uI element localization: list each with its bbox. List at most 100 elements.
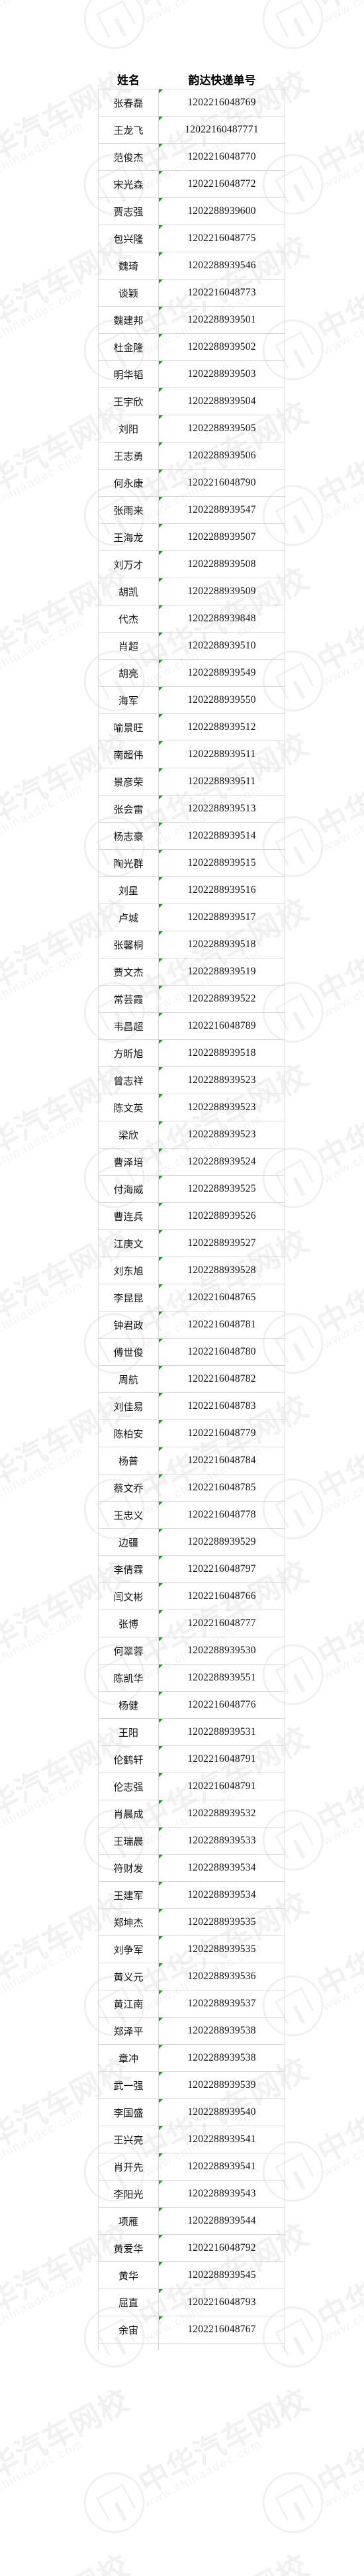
cell-name[interactable]: 王志勇 (99, 442, 159, 469)
cell-tracking-number[interactable]: 1202288939502 (159, 334, 285, 360)
table-row[interactable]: 武一强 1202288939539 (99, 2072, 285, 2099)
cell-name[interactable]: 陈凯华 (99, 1665, 159, 1691)
cell-name[interactable]: 范俊杰 (99, 144, 159, 170)
table-row[interactable]: 刘佳易 1202216048783 (99, 1393, 285, 1420)
table-row[interactable]: 南超伟 1202288939511 (99, 741, 285, 768)
cell-tracking-number[interactable]: 1202288939509 (159, 578, 285, 605)
table-row[interactable]: 余宙 1202216048767 (99, 2316, 285, 2344)
cell-tracking-number[interactable]: 1202288939503 (159, 361, 285, 387)
cell-name[interactable]: 李国盛 (99, 2099, 159, 2126)
table-row[interactable]: 张馨桐 1202288939518 (99, 931, 285, 958)
cell-tracking-number[interactable]: 1202216048779 (159, 1420, 285, 1447)
table-row[interactable]: 陈凯华 1202288939551 (99, 1665, 285, 1692)
table-row[interactable]: 肖超 1202288939510 (99, 633, 285, 660)
cell-name[interactable]: 伦鹤轩 (99, 1746, 159, 1773)
cell-name[interactable]: 刘阳 (99, 415, 159, 442)
cell-name[interactable]: 张春磊 (99, 89, 159, 116)
table-row[interactable]: 陈文英 1202288939523 (99, 1094, 285, 1121)
cell-tracking-number[interactable]: 1202216048775 (159, 225, 285, 252)
cell-tracking-number[interactable]: 1202288939540 (159, 2099, 285, 2126)
cell-tracking-number[interactable]: 1202288939504 (159, 388, 285, 415)
cell-name[interactable]: 贾文杰 (99, 958, 159, 985)
cell-name[interactable]: 陈柏安 (99, 1420, 159, 1447)
cell-name[interactable]: 刘万才 (99, 551, 159, 578)
cell-tracking-number[interactable]: 1202288939511 (159, 741, 285, 768)
cell-tracking-number[interactable]: 1202288939546 (159, 252, 285, 279)
cell-tracking-number[interactable]: 1202288939545 (159, 2262, 285, 2289)
cell-name[interactable]: 常芸霞 (99, 986, 159, 1012)
cell-tracking-number[interactable]: 1202288939537 (159, 1990, 285, 2017)
cell-tracking-number[interactable]: 1202288939518 (159, 931, 285, 958)
cell-tracking-number[interactable]: 1202216048783 (159, 1393, 285, 1419)
cell-tracking-number[interactable]: 1202216048777 (159, 1610, 285, 1637)
cell-name[interactable]: 李倩霖 (99, 1556, 159, 1582)
cell-name[interactable]: 梁欣 (99, 1121, 159, 1148)
cell-tracking-number[interactable]: 1202216048780 (159, 1339, 285, 1365)
cell-tracking-number[interactable]: 1202216048797 (159, 1556, 285, 1582)
cell-tracking-number[interactable]: 1202288939518 (159, 1040, 285, 1066)
table-row[interactable]: 杨普 1202216048784 (99, 1447, 285, 1474)
table-row[interactable]: 明华韬 1202288939503 (99, 361, 285, 388)
cell-name[interactable]: 江庚文 (99, 1230, 159, 1257)
table-row[interactable]: 闫文彬 1202216048766 (99, 1583, 285, 1610)
cell-tracking-number[interactable]: 1202288939526 (159, 1203, 285, 1229)
cell-name[interactable]: 海军 (99, 687, 159, 713)
table-row[interactable]: 边疆 1202288939529 (99, 1529, 285, 1556)
cell-tracking-number[interactable]: 1202288939538 (159, 2018, 285, 2044)
cell-tracking-number[interactable]: 1202216048769 (159, 89, 285, 116)
table-row[interactable]: 李倩霖 1202216048797 (99, 1556, 285, 1583)
table-row[interactable]: 伦鹤轩 1202216048791 (99, 1746, 285, 1773)
table-row[interactable]: 郑坤杰 1202288939535 (99, 1909, 285, 1936)
cell-name[interactable]: 张馨桐 (99, 931, 159, 958)
table-row[interactable]: 肖开先 1202288939541 (99, 2153, 285, 2181)
table-row[interactable]: 胡亮 1202288939549 (99, 660, 285, 687)
cell-name[interactable]: 余宙 (99, 2316, 159, 2343)
cell-tracking-number[interactable]: 1202288939529 (159, 1529, 285, 1555)
table-row[interactable]: 符财发 1202288939534 (99, 1855, 285, 1882)
cell-tracking-number[interactable]: 1202216048766 (159, 1583, 285, 1610)
cell-name[interactable]: 刘星 (99, 877, 159, 903)
cell-tracking-number[interactable]: 1202288939513 (159, 796, 285, 822)
table-row[interactable]: 张会雷 1202288939513 (99, 796, 285, 823)
cell-tracking-number[interactable]: 1202216048791 (159, 1746, 285, 1773)
cell-name[interactable]: 王兴亮 (99, 2126, 159, 2153)
cell-tracking-number[interactable]: 1202288939524 (159, 1149, 285, 1175)
cell-name[interactable]: 黄江南 (99, 1990, 159, 2017)
cell-name[interactable]: 贾志强 (99, 198, 159, 225)
cell-name[interactable]: 陈文英 (99, 1094, 159, 1121)
table-row[interactable]: 刘东旭 1202288939528 (99, 1257, 285, 1284)
cell-tracking-number[interactable]: 1202288939533 (159, 1828, 285, 1854)
cell-tracking-number[interactable]: 1202288939515 (159, 850, 285, 876)
table-row[interactable]: 王瑞晨 1202288939533 (99, 1828, 285, 1855)
cell-name[interactable]: 肖晨成 (99, 1800, 159, 1827)
cell-name[interactable]: 魏琦 (99, 252, 159, 279)
table-row[interactable]: 代杰 1202288939848 (99, 605, 285, 633)
cell-name[interactable]: 蔡文乔 (99, 1474, 159, 1501)
cell-tracking-number[interactable]: 1202288939525 (159, 1176, 285, 1202)
cell-name[interactable]: 刘争军 (99, 1936, 159, 1963)
cell-tracking-number[interactable]: 1202288939508 (159, 551, 285, 578)
table-row[interactable]: 常芸霞 1202288939522 (99, 986, 285, 1013)
cell-tracking-number[interactable]: 1202288939535 (159, 1936, 285, 1963)
table-row[interactable]: 杨志豪 1202288939514 (99, 823, 285, 850)
table-row[interactable]: 郑泽平 1202288939538 (99, 2018, 285, 2045)
cell-name[interactable]: 曹泽培 (99, 1149, 159, 1175)
cell-name[interactable]: 王建军 (99, 1882, 159, 1908)
cell-name[interactable]: 李昆昆 (99, 1284, 159, 1311)
cell-tracking-number[interactable]: 1202216048765 (159, 1284, 285, 1311)
cell-name[interactable]: 武一强 (99, 2072, 159, 2098)
cell-tracking-number[interactable]: 1202288939530 (159, 1637, 285, 1664)
table-row[interactable]: 李阳光 1202288939543 (99, 2181, 285, 2208)
table-row[interactable]: 曾志祥 1202288939523 (99, 1067, 285, 1094)
table-row[interactable]: 肖晨成 1202288939532 (99, 1800, 285, 1828)
table-row[interactable]: 刘星 1202288939516 (99, 877, 285, 904)
cell-name[interactable]: 杨健 (99, 1692, 159, 1718)
table-row[interactable]: 付海威 1202288939525 (99, 1176, 285, 1203)
cell-name[interactable]: 曾志祥 (99, 1067, 159, 1094)
cell-tracking-number[interactable]: 1202288939523 (159, 1121, 285, 1148)
table-row[interactable]: 张雨来 1202288939547 (99, 497, 285, 524)
table-row[interactable]: 黄华 1202288939545 (99, 2262, 285, 2289)
cell-name[interactable]: 宋光森 (99, 171, 159, 197)
cell-name[interactable]: 刘佳易 (99, 1393, 159, 1419)
cell-name[interactable]: 黄爱华 (99, 2235, 159, 2261)
